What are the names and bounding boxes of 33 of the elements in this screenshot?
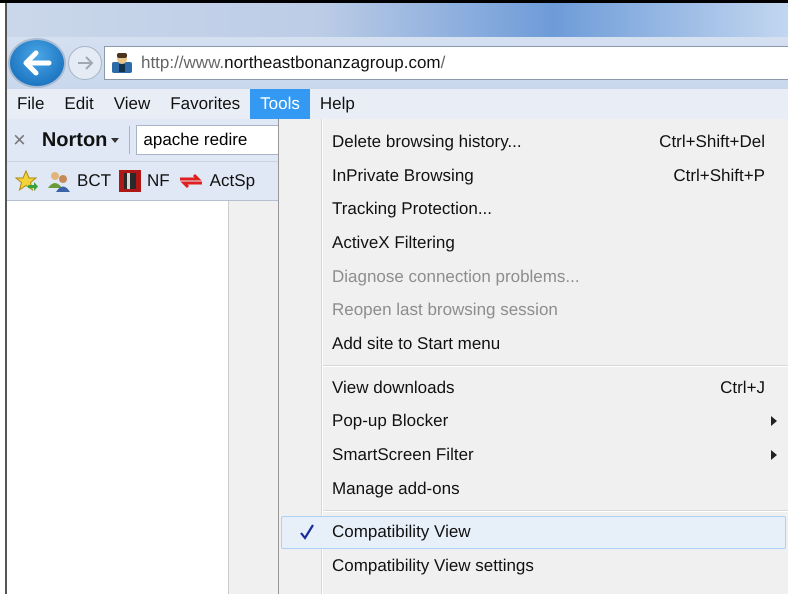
menu-item[interactable]: Delete browsing history... Ctrl+Shift+Del — [281, 125, 786, 159]
back-arrow-icon — [22, 50, 52, 76]
menu-item[interactable]: Pop-up Blocker — [281, 404, 786, 438]
favorite-link[interactable]: ActSp — [178, 171, 256, 191]
favorite-link[interactable]: BCT — [47, 170, 111, 192]
caret-icon — [111, 138, 120, 142]
norton-menu[interactable]: Norton — [38, 128, 124, 152]
people-icon — [47, 170, 71, 192]
menu-item[interactable]: Compatibility View — [281, 516, 786, 550]
menu-bar-item[interactable]: Edit — [54, 89, 104, 119]
back-button[interactable] — [8, 38, 66, 88]
close-button[interactable]: × — [13, 127, 32, 153]
arrows-icon — [178, 171, 204, 191]
menu-bar-item[interactable]: View — [104, 89, 160, 119]
menu-item[interactable]: SmartScreen Filter — [281, 438, 786, 472]
forward-button[interactable] — [68, 46, 102, 80]
app-logo-icon — [119, 170, 141, 192]
menu-item[interactable]: Add site to Start menu — [281, 327, 786, 361]
forward-arrow-icon — [76, 55, 94, 71]
menu-item[interactable]: View downloads Ctrl+J — [281, 370, 786, 404]
star-icon[interactable] — [15, 170, 39, 192]
menu-bar-item[interactable]: Help — [310, 89, 365, 119]
menu-item[interactable]: ActiveX Filtering — [281, 226, 786, 260]
search-field[interactable]: apache redire — [136, 125, 278, 155]
menu-item[interactable]: Manage add-ons — [281, 472, 786, 506]
address-field[interactable]: http://www.northeastbonanzagroup.com/ — [104, 46, 788, 80]
page-icon — [111, 52, 133, 74]
favorite-link[interactable]: NF — [119, 170, 170, 192]
menu-bar-item[interactable]: File — [7, 89, 54, 119]
menu-item[interactable]: Compatibility View settings — [281, 549, 786, 583]
menu-item[interactable]: Tracking Protection... — [281, 192, 786, 226]
menu-bar-item[interactable]: Favorites — [160, 89, 250, 119]
menu-item[interactable]: InPrivate Browsing Ctrl+Shift+P — [281, 158, 786, 192]
